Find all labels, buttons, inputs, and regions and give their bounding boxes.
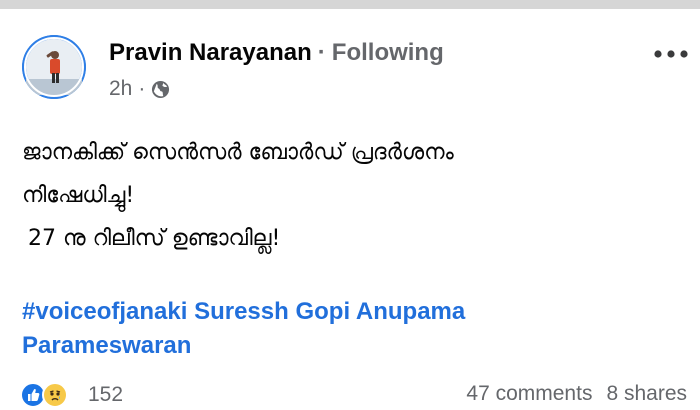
more-options-icon — [654, 50, 688, 58]
following-button[interactable]: Following — [332, 39, 444, 66]
post-body: ജാനകിക്ക് സെൻസർ ബോർഡ് പ്രദർശനം നിഷേധിച്ച… — [22, 131, 454, 260]
hashtag-line[interactable]: Parameswaran — [22, 329, 662, 363]
post-body-line: നിഷേധിച്ചു! — [22, 183, 135, 208]
hashtag-line[interactable]: #voiceofjanaki Suressh Gopi Anupama — [22, 295, 662, 329]
post-body-line: ജാനകിക്ക് സെൻസർ ബോർഡ് പ്രദർശനം — [22, 140, 454, 165]
author-avatar[interactable] — [22, 35, 86, 99]
globe-icon — [151, 80, 170, 99]
author-header: Pravin Narayanan · Following — [109, 39, 444, 67]
sad-icon — [42, 382, 68, 408]
header-separator: · — [317, 39, 326, 66]
post-body-line: 27 നു റിലീസ് ഉണ്ടാവില്ല! — [28, 226, 281, 251]
post-card: Pravin Narayanan · Following 2h · ജാനകിക്ക… — [0, 9, 700, 408]
top-divider — [0, 0, 700, 9]
comments-count[interactable]: 47 comments — [466, 382, 592, 405]
reactions-summary[interactable]: 152 — [20, 380, 123, 410]
reaction-count[interactable]: 152 — [88, 383, 123, 407]
engagement-stats: 47 comments 8 shares — [466, 382, 687, 406]
shares-count[interactable]: 8 shares — [606, 382, 687, 405]
more-options-button[interactable] — [652, 44, 690, 64]
meta-separator: · — [138, 77, 146, 100]
reaction-icons — [20, 380, 78, 410]
post-timestamp[interactable]: 2h — [109, 76, 132, 102]
hashtag-links[interactable]: #voiceofjanaki Suressh Gopi Anupama Para… — [22, 295, 662, 363]
post-meta: 2h · — [109, 76, 170, 102]
author-name[interactable]: Pravin Narayanan — [109, 39, 312, 66]
avatar-image — [22, 35, 86, 99]
